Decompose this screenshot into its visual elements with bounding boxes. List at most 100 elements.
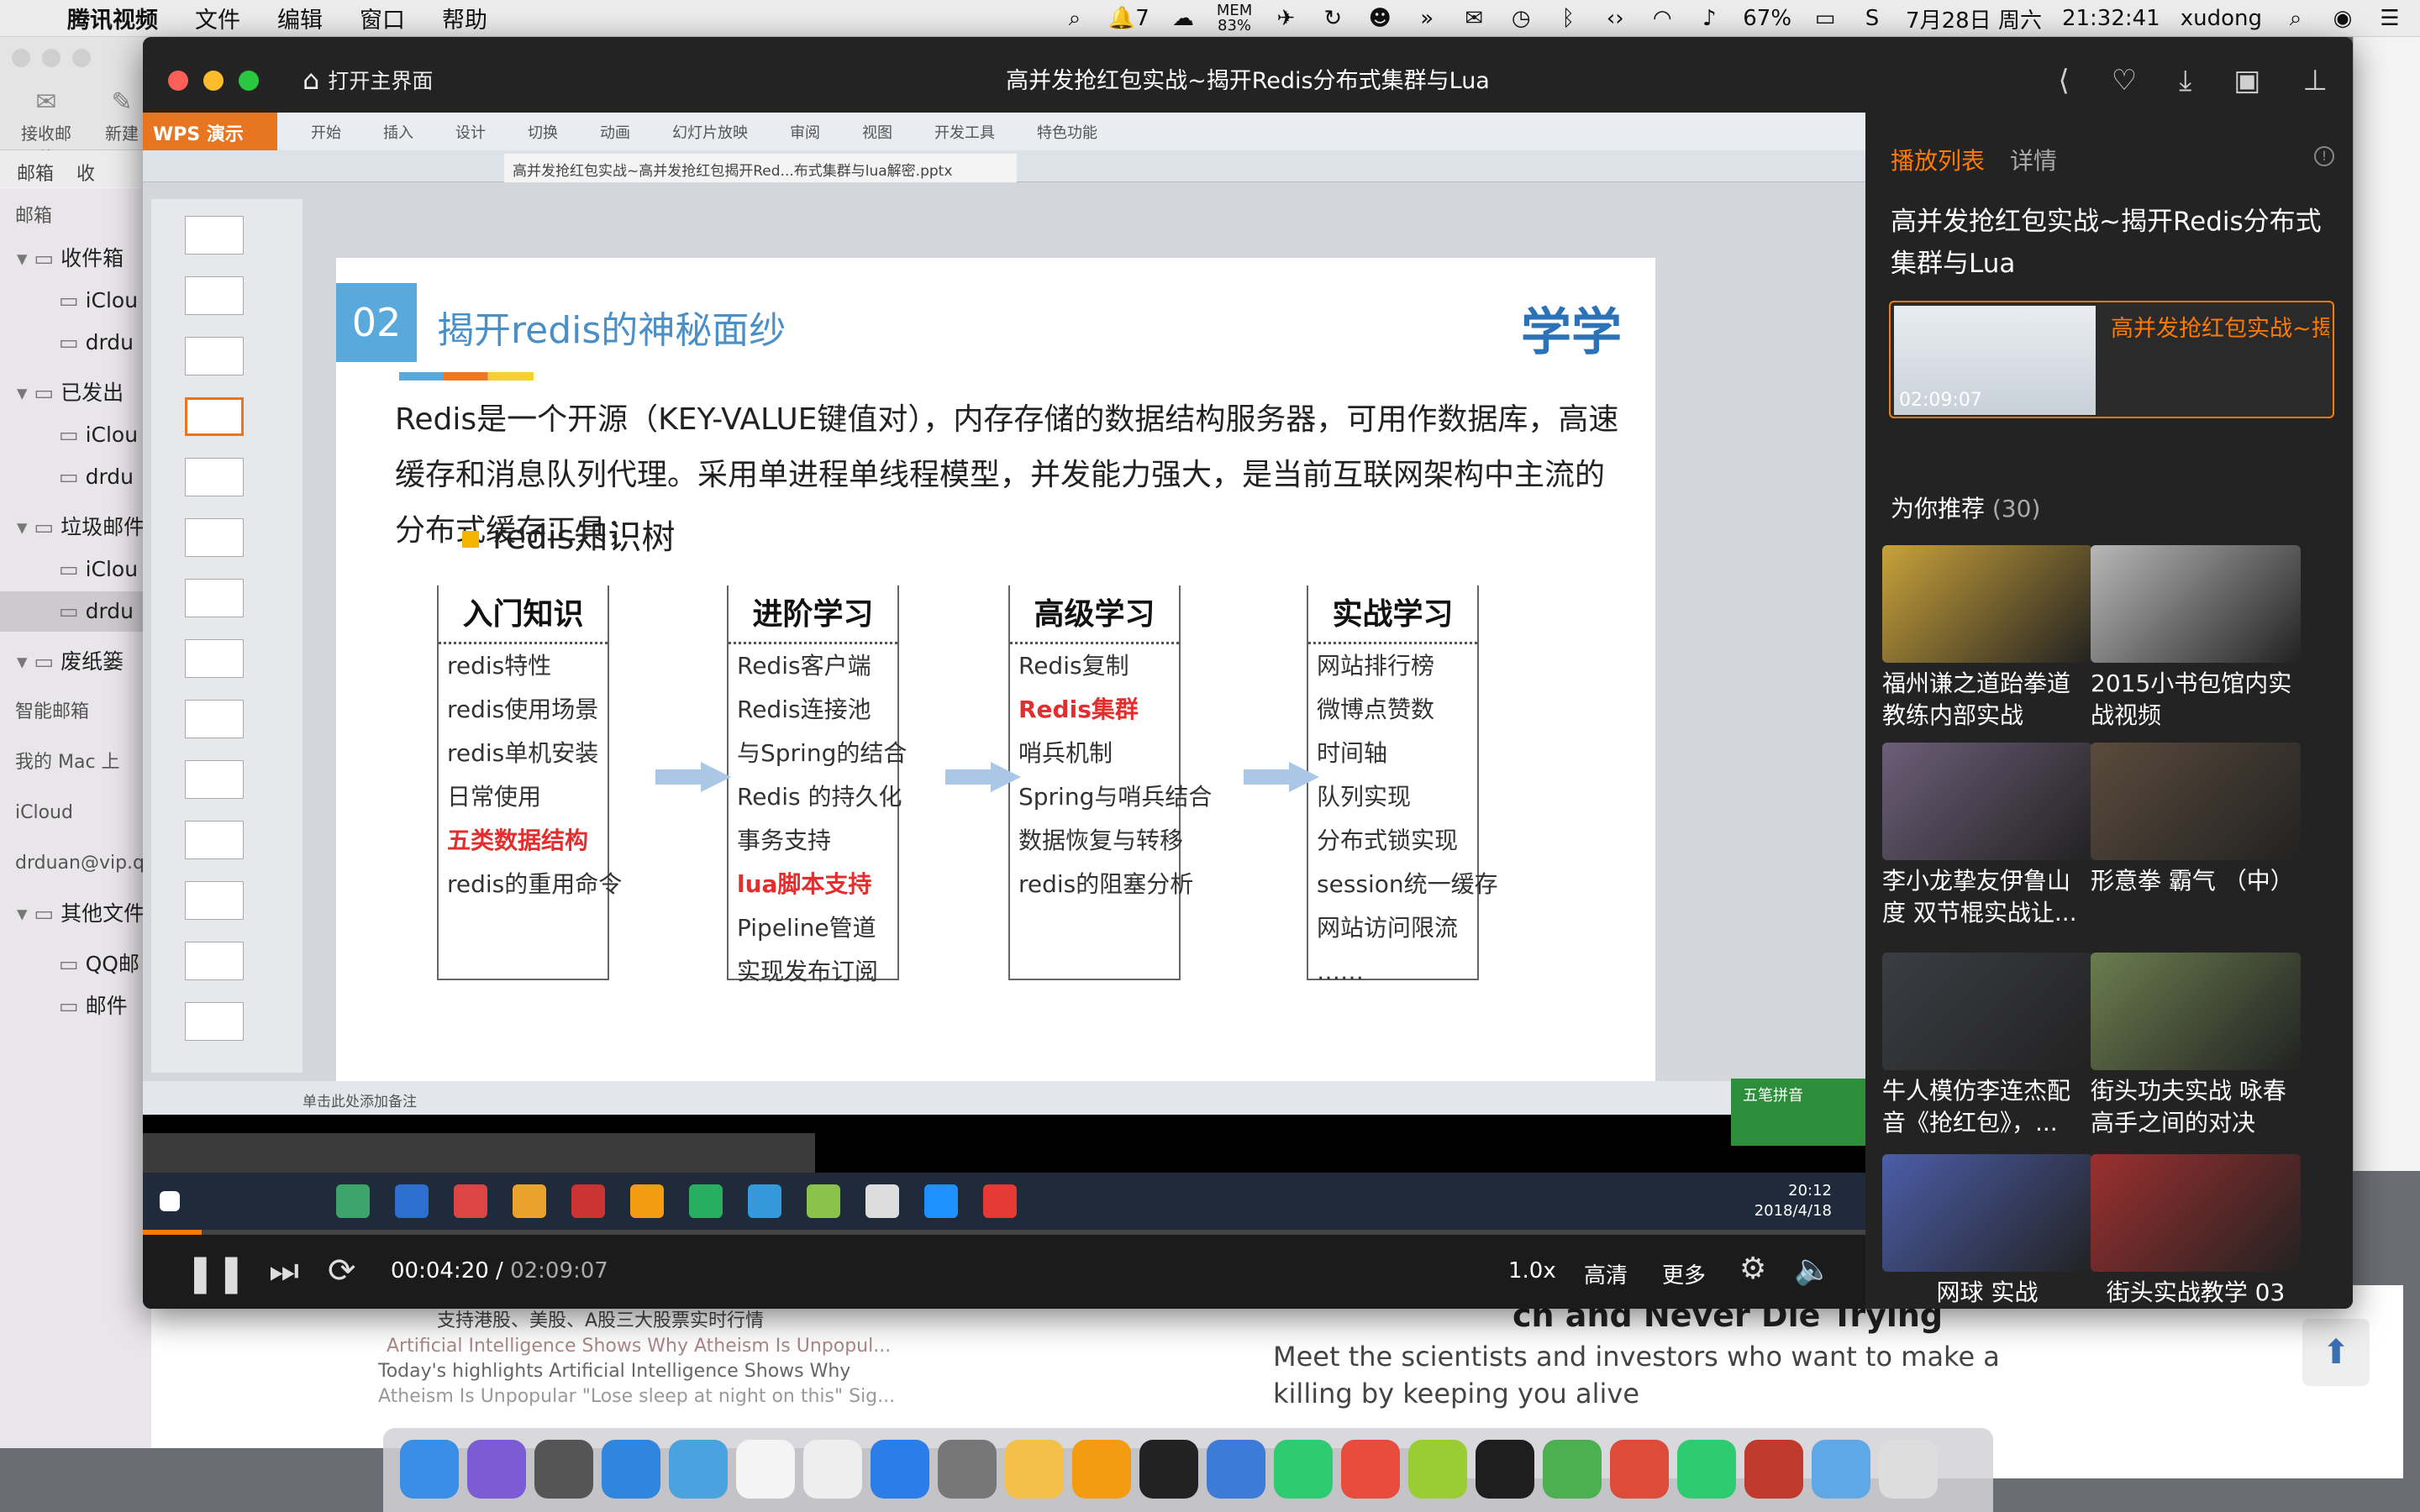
- sublime-icon[interactable]: [1139, 1440, 1198, 1499]
- message-snippet[interactable]: Artificial Intelligence Shows Why Atheis…: [387, 1336, 891, 1357]
- mailbox-item[interactable]: ▾ ▭ 收件箱: [0, 239, 151, 279]
- mailbox-item[interactable]: ▾ ▭ 已发出: [0, 373, 151, 413]
- launchpad-icon[interactable]: [534, 1440, 593, 1499]
- notification-center-icon[interactable]: ☰: [2376, 5, 2403, 32]
- mailbox-item[interactable]: ▾ ▭ 废纸篓: [0, 642, 151, 682]
- search-status-icon[interactable]: ⌕: [1061, 5, 1088, 32]
- arrows-icon[interactable]: »: [1413, 5, 1440, 32]
- tab-detail[interactable]: 详情: [2010, 143, 2057, 176]
- volume-icon[interactable]: 🔈: [1794, 1252, 1832, 1287]
- recommend-card[interactable]: 2015小书包馆内实战视频: [2091, 545, 2301, 732]
- recommend-card[interactable]: 李小龙挚友伊鲁山度 双节棍实战让...: [1882, 743, 2092, 929]
- mail-zoom-button[interactable]: [72, 49, 91, 67]
- itunes-icon[interactable]: [1408, 1440, 1467, 1499]
- recommend-card[interactable]: 福州谦之道跆拳道教练内部实战: [1882, 545, 2092, 732]
- favorite-icon[interactable]: ♡: [2112, 64, 2137, 97]
- bluetooth-icon[interactable]: ᛒ: [1555, 5, 1581, 32]
- mailbox-item[interactable]: ▾ ▭ 垃圾邮件: [0, 507, 151, 548]
- recommend-card[interactable]: 形意拳 霸气 （中）: [2091, 743, 2301, 897]
- mail-minimize-button[interactable]: [42, 49, 60, 67]
- youdao-icon[interactable]: [1812, 1440, 1870, 1499]
- loop-icon[interactable]: ⟳: [328, 1252, 356, 1290]
- calendar-icon[interactable]: [736, 1440, 795, 1499]
- mailbox-item[interactable]: ▭ drdu: [0, 323, 151, 363]
- time[interactable]: 21:32:41: [2062, 6, 2160, 31]
- code-icon[interactable]: ‹›: [1602, 5, 1628, 32]
- quality-button[interactable]: 高清: [1584, 1258, 1628, 1289]
- share-icon[interactable]: ⟨: [2058, 64, 2069, 97]
- safari-icon[interactable]: [602, 1440, 660, 1499]
- mailbox-item[interactable]: ▭ QQ邮: [0, 944, 151, 984]
- mailbox-item[interactable]: ▭ iClou: [0, 549, 151, 590]
- terminal-icon[interactable]: [1207, 1440, 1265, 1499]
- recommend-card[interactable]: 街头功夫实战 咏春高手之间的对决: [2091, 953, 2301, 1139]
- video-area[interactable]: WPS 演示 开始 插入 设计 切换 动画 幻灯片放映 审阅 视图 开发工具 特色功能 高并发抢红…: [143, 113, 1865, 1230]
- wifi-icon[interactable]: ◠: [1649, 5, 1676, 32]
- recommend-card[interactable]: 牛人模仿李连杰配音《抢红包》，...: [1882, 953, 2092, 1139]
- mailbox-item[interactable]: ▭ drdu: [0, 457, 151, 497]
- pip-icon[interactable]: ▣: [2233, 64, 2260, 97]
- wechat-icon[interactable]: ✉: [1460, 5, 1487, 32]
- message-snippet[interactable]: Atheism Is Unpopular "Lose sleep at nigh…: [378, 1386, 895, 1407]
- menu-file[interactable]: 文件: [195, 2, 240, 34]
- plane-icon[interactable]: ✈: [1272, 5, 1299, 32]
- mailbox-item[interactable]: ▭ iClou: [0, 415, 151, 455]
- cloud-icon[interactable]: ☁: [1170, 5, 1197, 32]
- siri-icon[interactable]: ◉: [2329, 5, 2356, 32]
- info-icon[interactable]: !: [2314, 146, 2334, 166]
- notification-icon[interactable]: 🔔7: [1108, 6, 1150, 31]
- wechat-icon[interactable]: [1744, 1440, 1803, 1499]
- tab-receive[interactable]: 收: [76, 164, 95, 185]
- chrome-icon[interactable]: [1677, 1440, 1736, 1499]
- battery-icon[interactable]: ▭: [1812, 5, 1839, 32]
- recommend-card[interactable]: 街头实战教学 03: [2091, 1154, 2301, 1309]
- spotlight-icon[interactable]: ⌕: [2282, 5, 2309, 32]
- mail-app-icon[interactable]: [669, 1440, 728, 1499]
- menu-window[interactable]: 窗口: [360, 2, 405, 34]
- app-store-icon[interactable]: [938, 1440, 997, 1499]
- refresh-icon[interactable]: ↻: [1319, 5, 1346, 32]
- pin-icon[interactable]: ⊥: [2302, 64, 2328, 97]
- speed-button[interactable]: 1.0x: [1508, 1258, 1556, 1284]
- scroll-top-icon[interactable]: ⬆: [2302, 1319, 2370, 1386]
- tab-mailbox[interactable]: 邮箱: [17, 164, 54, 185]
- mailbox-item[interactable]: ▭ 邮件: [0, 986, 151, 1026]
- mailbox-item[interactable]: ▾ ▭ 其他文件: [0, 894, 151, 934]
- mail-close-button[interactable]: [12, 49, 30, 67]
- menu-edit[interactable]: 编辑: [277, 2, 323, 34]
- infuse-icon[interactable]: [1610, 1440, 1669, 1499]
- next-icon[interactable]: ⏭: [269, 1252, 299, 1290]
- recommend-card[interactable]: 网球 实战: [1882, 1154, 2092, 1309]
- xcode-icon[interactable]: [1274, 1440, 1333, 1499]
- message-snippet[interactable]: 支持港股、美股、A股三大股票实时行情: [437, 1305, 764, 1332]
- battery-percent[interactable]: 67%: [1743, 6, 1791, 31]
- finder-icon[interactable]: [400, 1440, 459, 1499]
- date[interactable]: 7月28日 周六: [1906, 3, 2042, 34]
- more-button[interactable]: 更多: [1662, 1258, 1706, 1289]
- sublime-icon[interactable]: S: [1859, 5, 1886, 32]
- intellij-icon[interactable]: [1543, 1440, 1602, 1499]
- face-icon[interactable]: ☻: [1366, 5, 1393, 32]
- time-machine-icon[interactable]: ◷: [1507, 5, 1534, 32]
- current-episode[interactable]: 02:09:07 高并发抢红包实战~揭开Redis分布式...: [1889, 301, 2334, 418]
- menu-app-name[interactable]: 腾讯视频: [67, 2, 158, 34]
- system-preferences-icon[interactable]: [1005, 1440, 1064, 1499]
- android-studio-icon[interactable]: [1476, 1440, 1534, 1499]
- reminders-icon[interactable]: [871, 1440, 929, 1499]
- volume-icon[interactable]: ♪: [1696, 5, 1723, 32]
- mailbox-item[interactable]: ▭ iClou: [0, 281, 151, 321]
- mailbox-item[interactable]: ▭ drdu: [0, 591, 151, 632]
- tab-playlist[interactable]: 播放列表: [1891, 143, 1985, 176]
- settings-icon[interactable]: ⚙: [1739, 1252, 1766, 1286]
- pause-icon[interactable]: ❚❚: [185, 1252, 247, 1294]
- download-icon[interactable]: ⤓: [2179, 64, 2191, 97]
- menu-help[interactable]: 帮助: [442, 2, 487, 34]
- facetime-icon[interactable]: [1341, 1440, 1400, 1499]
- username[interactable]: xudong: [2181, 6, 2262, 31]
- siri-icon[interactable]: [467, 1440, 526, 1499]
- folder-icon[interactable]: [1879, 1440, 1938, 1499]
- notes-icon[interactable]: [803, 1440, 862, 1499]
- mem-indicator[interactable]: MEM 83%: [1217, 3, 1252, 34]
- message-snippet[interactable]: Today's highlights Artificial Intelligen…: [378, 1361, 850, 1382]
- qq-icon[interactable]: [1072, 1440, 1131, 1499]
